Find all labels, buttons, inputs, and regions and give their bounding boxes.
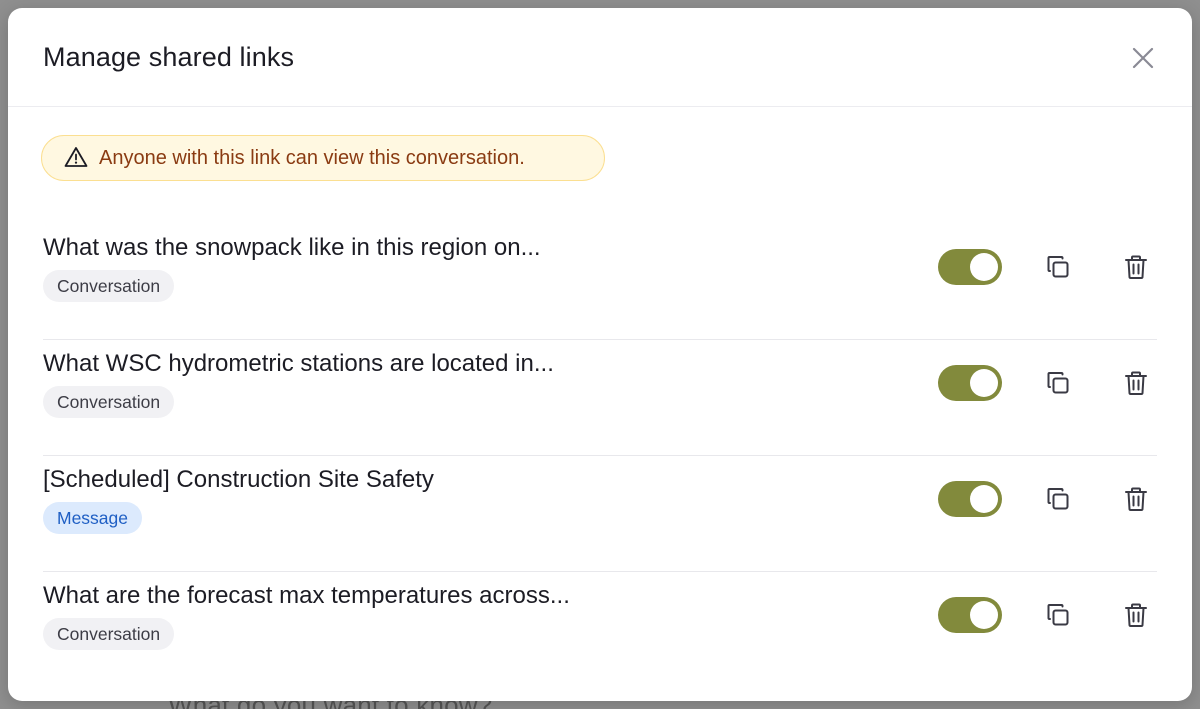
copy-icon	[1047, 372, 1069, 394]
trash-icon	[1125, 255, 1147, 279]
trash-icon	[1125, 371, 1147, 395]
delete-link-button[interactable]	[1121, 484, 1151, 514]
shared-link-title: What are the forecast max temperatures a…	[43, 582, 570, 609]
delete-link-button[interactable]	[1121, 600, 1151, 630]
modal-title: Manage shared links	[43, 42, 295, 72]
copy-link-button[interactable]	[1043, 252, 1073, 282]
share-enabled-toggle[interactable]	[938, 481, 1002, 517]
delete-link-button[interactable]	[1121, 252, 1151, 282]
copy-icon	[1047, 256, 1069, 278]
link-type-badge: Conversation	[43, 386, 175, 418]
copy-icon	[1047, 488, 1069, 510]
shared-link-row: What was the snowpack like in this regio…	[43, 224, 1157, 340]
copy-link-button[interactable]	[1043, 368, 1073, 398]
manage-shared-links-modal: Manage shared links Anyone with this lin…	[8, 8, 1192, 701]
link-type-badge: Conversation	[43, 270, 175, 302]
warning-text: Anyone with this link can view this conv…	[99, 146, 525, 169]
toggle-knob	[970, 369, 998, 397]
trash-icon	[1125, 603, 1147, 627]
link-type-badge: Conversation	[43, 618, 175, 650]
share-enabled-toggle[interactable]	[938, 249, 1002, 285]
shared-link-row: What WSC hydrometric stations are locate…	[43, 340, 1157, 456]
copy-icon	[1047, 604, 1069, 626]
shared-link-title: What was the snowpack like in this regio…	[43, 234, 541, 261]
shared-link-title: What WSC hydrometric stations are locate…	[43, 350, 554, 377]
toggle-knob	[970, 485, 998, 513]
share-enabled-toggle[interactable]	[938, 597, 1002, 633]
toggle-knob	[970, 601, 998, 629]
share-enabled-toggle[interactable]	[938, 365, 1002, 401]
trash-icon	[1125, 487, 1147, 511]
copy-link-button[interactable]	[1043, 484, 1073, 514]
delete-link-button[interactable]	[1121, 368, 1151, 398]
close-button[interactable]	[1130, 45, 1156, 71]
close-icon	[1132, 47, 1154, 69]
shared-link-row: [Scheduled] Construction Site Safety Mes…	[43, 456, 1157, 572]
copy-link-button[interactable]	[1043, 600, 1073, 630]
shared-link-row: What are the forecast max temperatures a…	[43, 572, 1157, 688]
shared-link-title: [Scheduled] Construction Site Safety	[43, 466, 434, 493]
warning-banner: Anyone with this link can view this conv…	[41, 135, 605, 181]
toggle-knob	[970, 253, 998, 281]
shared-links-list: What was the snowpack like in this regio…	[43, 224, 1157, 688]
warning-icon	[64, 146, 90, 170]
link-type-badge: Message	[43, 502, 143, 534]
modal-header: Manage shared links	[8, 8, 1192, 107]
